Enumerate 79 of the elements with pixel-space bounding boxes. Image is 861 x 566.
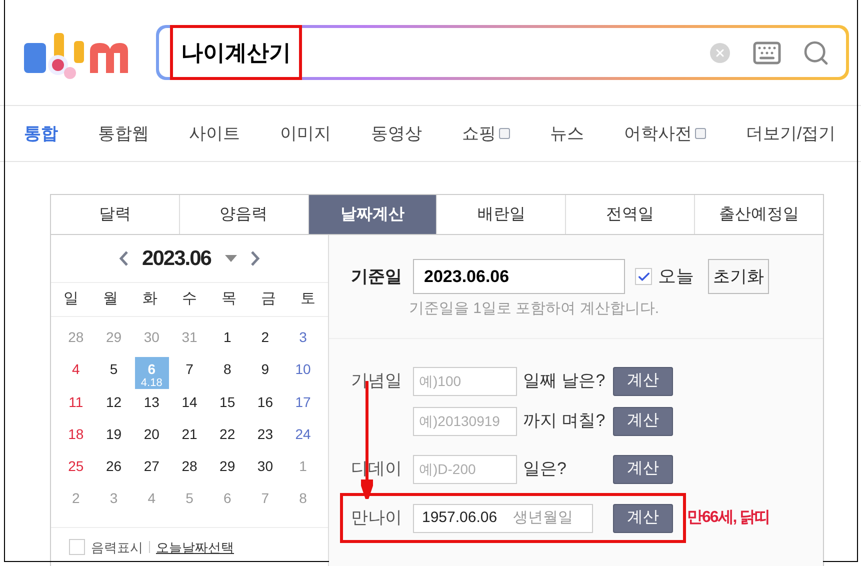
row-question: 일은?: [523, 458, 568, 480]
row-label: 기념일: [351, 370, 403, 392]
birth-date-field[interactable]: 1957.06.06 생년월일: [413, 504, 593, 532]
calculator-tab[interactable]: 날짜계산: [308, 195, 438, 234]
calculate-button[interactable]: 계산: [613, 366, 673, 396]
row-question: 일째 날은?: [523, 370, 606, 392]
calendar-day[interactable]: 8: [210, 357, 244, 390]
input-field[interactable]: 예)100: [413, 366, 517, 396]
today-label: 오늘: [658, 265, 694, 288]
row-question: 까지 며칠?: [523, 410, 606, 432]
weekday-label: 수: [180, 289, 198, 310]
reset-button[interactable]: 초기화: [708, 259, 769, 294]
weekday-label: 월: [102, 289, 119, 310]
base-date-label: 기준일: [351, 266, 403, 288]
calendar-day[interactable]: 21: [172, 422, 206, 454]
calendar-day[interactable]: 5: [96, 357, 131, 390]
calendar-day[interactable]: 1: [210, 325, 244, 357]
calendar-day[interactable]: 13: [134, 390, 169, 422]
calendar-day[interactable]: 3: [286, 325, 320, 357]
row-label: 만나이: [351, 507, 403, 530]
calendar-day[interactable]: 25: [58, 454, 93, 486]
lunar-label: 음력표시: [91, 538, 143, 557]
window-icon: [695, 128, 706, 139]
search-icon[interactable]: [802, 38, 830, 66]
nav-tab[interactable]: 동영상: [371, 120, 422, 146]
nav-tab[interactable]: 통합웹: [98, 120, 149, 146]
calendar-day[interactable]: 7: [172, 357, 206, 390]
age-result: 만66세, 닭띠: [687, 508, 770, 528]
weekday-label: 일: [62, 289, 80, 310]
weekday-label: 금: [260, 289, 278, 310]
calendar-day[interactable]: 23: [248, 422, 282, 454]
nav-tab[interactable]: 사이트: [189, 120, 240, 146]
previous-month-icon[interactable]: [119, 251, 128, 266]
calendar-day[interactable]: 26: [96, 454, 131, 486]
calculate-button[interactable]: 계산: [613, 406, 673, 436]
calendar-day[interactable]: 10: [286, 357, 320, 390]
calendar-day[interactable]: 18: [58, 422, 93, 454]
calculate-button[interactable]: 계산: [613, 504, 673, 532]
calendar-day[interactable]: 29: [210, 454, 244, 486]
calendar-day[interactable]: 27: [134, 454, 169, 486]
nav-tab[interactable]: 더보기/접기: [746, 120, 836, 146]
calculate-button[interactable]: 계산: [613, 454, 673, 484]
next-month-icon[interactable]: [250, 251, 260, 266]
calendar-day[interactable]: 19: [96, 422, 131, 454]
today-checkbox[interactable]: [635, 268, 652, 285]
month-title[interactable]: 2023.06: [142, 242, 211, 274]
calendar-day[interactable]: 4: [58, 357, 93, 390]
nav-tab[interactable]: 어학사전: [624, 120, 706, 146]
calendar-day[interactable]: 17: [286, 390, 320, 422]
nav-tab[interactable]: 쇼핑: [462, 120, 510, 146]
calendar-day[interactable]: 15: [210, 390, 244, 422]
check-icon: [636, 270, 650, 284]
input-field[interactable]: 예)D-200: [413, 454, 517, 484]
calendar-day[interactable]: 11: [58, 390, 93, 422]
calendar-day[interactable]: 9: [248, 357, 282, 390]
calendar-day[interactable]: 22: [210, 422, 244, 454]
weekday-label: 토: [300, 289, 317, 310]
calendar-day[interactable]: 24: [286, 422, 320, 454]
calendar-day[interactable]: 28: [172, 454, 206, 486]
window-icon: [499, 128, 510, 139]
calendar-day[interactable]: 16: [248, 390, 282, 422]
calendar-day[interactable]: 2: [248, 325, 282, 357]
calendar-day[interactable]: 30: [248, 454, 282, 486]
calendar-day[interactable]: 14: [172, 390, 206, 422]
base-date-note: 기준일을 1일로 포함하여 계산합니다.: [409, 299, 660, 319]
search-field[interactable]: 나이계산기: [156, 25, 849, 80]
base-date-field[interactable]: 2023.06.06: [413, 259, 625, 294]
nav-tab[interactable]: 통합: [24, 120, 58, 146]
weekday-label: 화: [141, 289, 158, 310]
weekday-label: 목: [220, 289, 238, 310]
nav-tab[interactable]: 이미지: [280, 120, 331, 146]
calendar-day[interactable]: 20: [134, 422, 169, 454]
dropdown-caret-icon[interactable]: [224, 255, 237, 262]
today-link[interactable]: 오늘날짜선택: [156, 538, 234, 558]
search-query: 나이계산기: [173, 28, 299, 77]
nav-tab[interactable]: 뉴스: [550, 120, 584, 146]
input-field[interactable]: 예)20130919: [413, 406, 517, 436]
lunar-checkbox[interactable]: [69, 539, 85, 556]
calendar-day[interactable]: 12: [96, 390, 131, 422]
